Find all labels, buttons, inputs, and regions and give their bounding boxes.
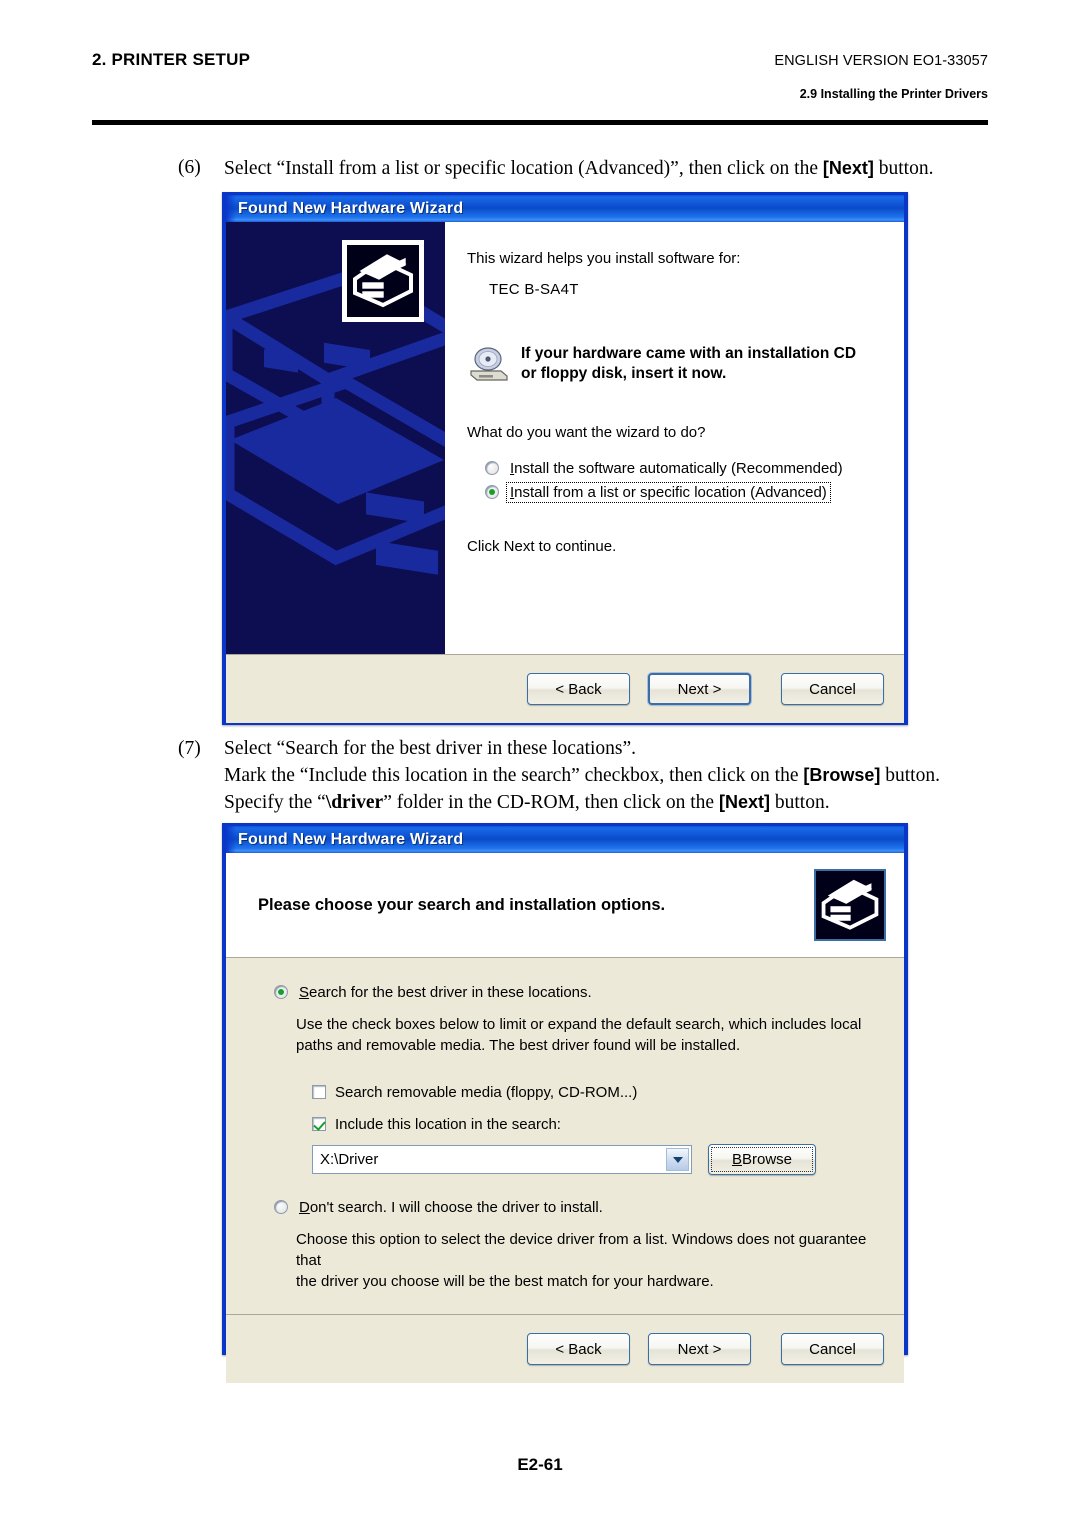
- checkbox-include-icon[interactable]: [312, 1117, 326, 1131]
- checkbox-search-removable-media[interactable]: Search removable media (floppy, CD-ROM..…: [312, 1080, 882, 1104]
- dialog1-titlebar[interactable]: Found New Hardware Wizard: [226, 192, 904, 222]
- step-6-button-ref: [Next]: [822, 158, 874, 178]
- step-6-paragraph: (6) Select “Install from a list or speci…: [178, 155, 988, 182]
- step-6-number: (6): [178, 157, 201, 178]
- dialog2-next-button[interactable]: Next >: [648, 1333, 751, 1365]
- found-new-hardware-wizard-dialog-1[interactable]: Found New Hardware Wizard This wizard he…: [222, 192, 908, 725]
- location-path-value: X:\Driver: [320, 1151, 379, 1168]
- checkbox-include-location[interactable]: Include this location in the search:: [312, 1112, 882, 1136]
- location-path-combobox[interactable]: X:\Driver: [312, 1145, 692, 1174]
- dialog2-header: Please choose your search and installati…: [226, 853, 904, 958]
- radio-automatic-label: nstall the software automatically (Recom…: [514, 459, 843, 477]
- page-header: 2. PRINTER SETUP ENGLISH VERSION EO1-330…: [92, 50, 988, 101]
- dialog1-cancel-button[interactable]: Cancel: [781, 673, 884, 705]
- dialog2-cancel-button[interactable]: Cancel: [781, 1333, 884, 1365]
- dialog1-button-bar: < Back Next > Cancel: [226, 654, 904, 723]
- wizard-hardware-icon-small: [814, 869, 886, 941]
- dialog2-heading: Please choose your search and installati…: [258, 895, 666, 914]
- checkbox-include-label: Include this location in the search:: [335, 1115, 561, 1133]
- step-7-line3-before: Specify the “: [224, 792, 326, 813]
- step-7-line-3: Specify the “\driver” folder in the CD-R…: [224, 789, 1008, 816]
- step-6-text-before: Select “Install from a list or specific …: [224, 158, 823, 179]
- step-7-driver-folder: \driver: [325, 792, 384, 813]
- step-7-line-2: Mark the “Include this location in the s…: [224, 762, 1008, 789]
- chevron-down-icon[interactable]: [666, 1148, 689, 1171]
- dialog1-cd-notice: If your hardware came with an installati…: [467, 344, 884, 384]
- page-footer: E2-61: [517, 1455, 563, 1474]
- checkbox-removable-label: Search removable media (floppy, CD-ROM..…: [335, 1083, 638, 1101]
- radio-dont-search[interactable]: Don't search. I will choose the driver t…: [274, 1195, 882, 1219]
- step-7-line2-before: Mark the “Include this location in the s…: [224, 765, 804, 786]
- cd-notice-line-2: or floppy disk, insert it now.: [521, 365, 727, 382]
- step-7-next-ref: [Next]: [718, 792, 770, 812]
- hardware-card-icon: [353, 254, 413, 308]
- dialog1-back-button[interactable]: < Back: [527, 673, 630, 705]
- search-desc-line-1: Use the check boxes below to limit or ex…: [296, 1016, 862, 1033]
- browse-button[interactable]: BBrowse: [708, 1144, 816, 1175]
- radio-search-best-driver-label: earch for the best driver in these locat…: [309, 983, 592, 1001]
- dialog1-device-name: TEC B-SA4T: [489, 281, 579, 298]
- dialog2-content: Search for the best driver in these loca…: [226, 958, 904, 1314]
- found-new-hardware-wizard-dialog-2[interactable]: Found New Hardware Wizard Please choose …: [222, 823, 908, 1383]
- radio-search-best-driver[interactable]: Search for the best driver in these loca…: [274, 980, 882, 1004]
- cd-drive-icon: [470, 347, 508, 381]
- header-divider: [92, 120, 988, 125]
- dialog2-titlebar[interactable]: Found New Hardware Wizard: [226, 823, 904, 853]
- dialog1-option-group[interactable]: Install the software automatically (Reco…: [485, 456, 884, 504]
- dialog2-dontsearch-description: Choose this option to select the device …: [296, 1229, 882, 1292]
- dialog1-intro-text: This wizard helps you install software f…: [467, 250, 741, 267]
- radio-install-from-list[interactable]: Install from a list or specific location…: [485, 480, 884, 504]
- dialog2-button-bar: < Back Next > Cancel: [226, 1314, 904, 1383]
- cd-notice-line-1: If your hardware came with an installati…: [521, 345, 857, 362]
- dontsearch-desc-line-2: the driver you choose will be the best m…: [296, 1273, 714, 1290]
- dialog1-click-next-text: Click Next to continue.: [467, 538, 617, 555]
- wizard-hardware-icon: [342, 240, 424, 322]
- step-6-text-after: button.: [873, 158, 934, 179]
- checkbox-removable-icon[interactable]: [312, 1085, 326, 1099]
- dialog1-question: What do you want the wizard to do?: [467, 424, 706, 441]
- radio-search-best-driver-icon[interactable]: [274, 985, 288, 999]
- location-path-row[interactable]: X:\Driver BBrowse: [312, 1144, 882, 1175]
- search-desc-line-2: paths and removable media. The best driv…: [296, 1037, 741, 1054]
- chapter-title: 2. PRINTER SETUP: [92, 50, 251, 69]
- radio-dont-search-label: on't search. I will choose the driver to…: [309, 1198, 603, 1216]
- section-subtitle: 2.9 Installing the Printer Drivers: [799, 87, 988, 101]
- hardware-card-icon-small: [821, 879, 879, 930]
- browse-button-label: Browse: [741, 1151, 793, 1168]
- dontsearch-desc-line-1: Choose this option to select the device …: [296, 1231, 867, 1269]
- step-7-line2-after: button.: [880, 765, 940, 786]
- document-version: ENGLISH VERSION EO1-33057: [774, 53, 988, 69]
- step-7-browse-ref: [Browse]: [803, 765, 881, 785]
- wizard-artwork-panel: [226, 222, 445, 654]
- radio-install-automatically[interactable]: Install the software automatically (Reco…: [485, 456, 884, 480]
- dialog2-back-button[interactable]: < Back: [527, 1333, 630, 1365]
- step-7-line-1: Select “Search for the best driver in th…: [224, 738, 637, 759]
- dialog2-search-description: Use the check boxes below to limit or ex…: [296, 1014, 882, 1056]
- radio-from-list-icon[interactable]: [485, 485, 499, 499]
- dialog1-next-button[interactable]: Next >: [648, 673, 751, 705]
- step-7-line3-mid: ” folder in the CD-ROM, then click on th…: [383, 792, 719, 813]
- radio-dont-search-icon[interactable]: [274, 1200, 288, 1214]
- step-7-paragraph: (7) Select “Search for the best driver i…: [178, 736, 1008, 816]
- radio-from-list-label: nstall from a list or specific location …: [514, 483, 827, 501]
- dialog1-title: Found New Hardware Wizard: [238, 199, 464, 217]
- step-7-line3-after: button.: [769, 792, 830, 813]
- dialog1-content: This wizard helps you install software f…: [445, 222, 904, 654]
- dialog2-title: Found New Hardware Wizard: [238, 830, 464, 848]
- step-7-number: (7): [178, 738, 201, 759]
- radio-automatic-icon[interactable]: [485, 461, 499, 475]
